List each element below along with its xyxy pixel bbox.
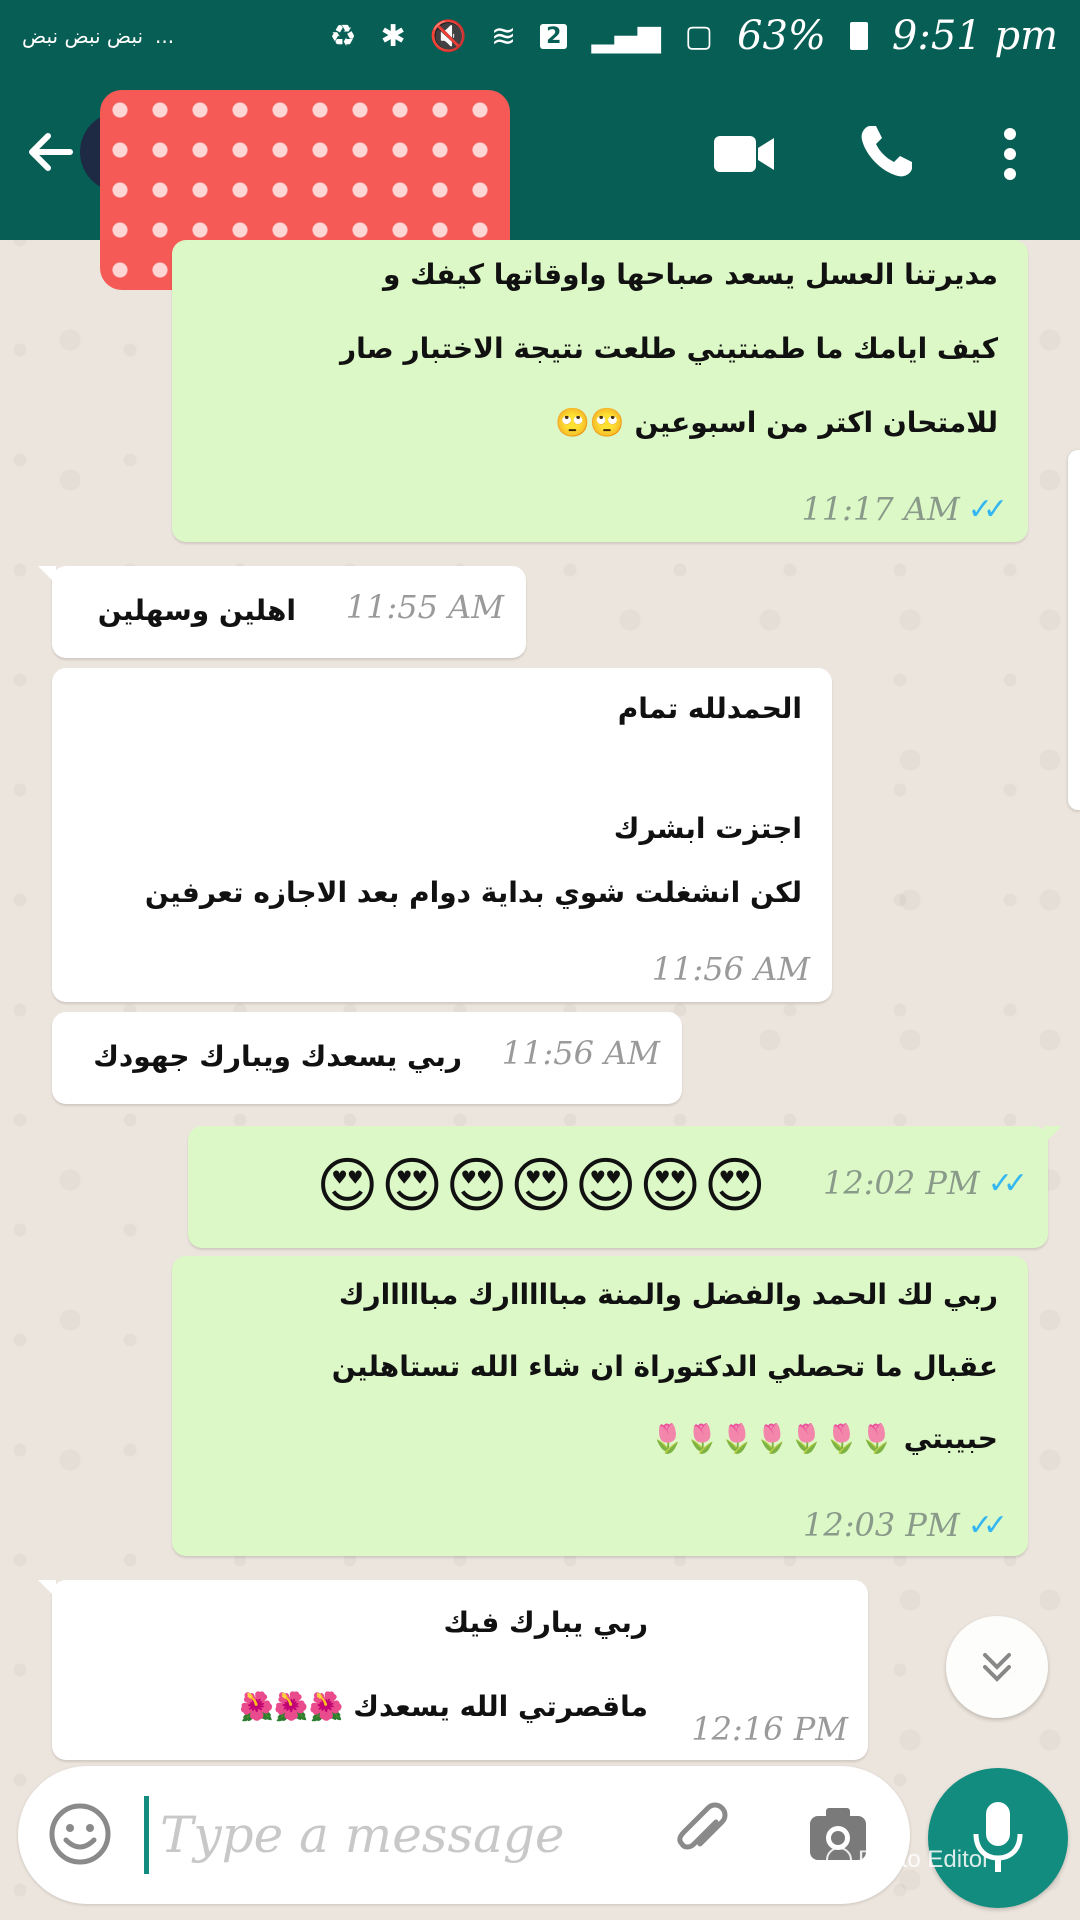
bubble-tail xyxy=(38,566,56,584)
message-input[interactable] xyxy=(160,1792,640,1878)
message-text: الحمدلله تمام xyxy=(617,692,802,725)
message-meta: 12:02 PM ✓✓ xyxy=(823,1164,1028,1202)
recycle-icon: ♻ xyxy=(329,18,357,54)
message-text: كيف ايامك ما طمنتيني طلعت نتيجة الاختبار… xyxy=(340,332,998,365)
wifi-icon: ≋ xyxy=(490,18,517,54)
video-call-icon[interactable] xyxy=(712,130,776,178)
message-text: عقبال ما تحصلي الدكتوراة ان شاء الله تست… xyxy=(331,1350,998,1383)
message-bubble-incoming[interactable]: اهلين وسهلين 11:55 AM xyxy=(38,566,526,658)
message-time: 12:16 PM xyxy=(691,1710,848,1748)
attach-icon[interactable] xyxy=(672,1802,736,1866)
message-text: حبيبتي 🌷🌷🌷🌷🌷🌷🌷 xyxy=(649,1422,998,1455)
emoji-row: 😍😍😍😍😍😍😍 xyxy=(316,1151,768,1221)
message-meta: 11:56 AM xyxy=(502,1034,660,1072)
message-meta: 11:55 AM xyxy=(346,588,504,626)
message-text: ماقصرتي الله يسعدك 🌺🌺🌺 xyxy=(238,1690,648,1723)
message-text: اجتزت ابشرك xyxy=(613,812,802,845)
double-chevron-down-icon xyxy=(983,1653,1011,1682)
emoji-icon[interactable] xyxy=(48,1802,112,1866)
message-time: 12:02 PM xyxy=(823,1164,980,1202)
status-right: ♻ ✱ 🔇 ≋ 2 ▂▄▆ ▢ 63% 9:51 pm xyxy=(330,13,1058,59)
status-left: نبض نبض نبض ... xyxy=(22,24,174,48)
message-bubble-incoming[interactable]: الحمدلله تمام اجتزت ابشرك لكن انشغلت شوي… xyxy=(52,668,832,1002)
photo-editor-watermark: Photo Editor xyxy=(826,1846,990,1874)
bubble-tail xyxy=(1044,1126,1062,1144)
read-ticks-icon: ✓✓ xyxy=(987,1165,1028,1201)
bluetooth-icon: ✱ xyxy=(380,18,406,54)
message-text: ربي يسعدك ويبارك جهودك xyxy=(93,1040,462,1073)
message-text: مديرتنا العسل يسعد صباحها واوقاتها كيفك … xyxy=(382,258,998,291)
mute-icon: 🔇 xyxy=(429,18,467,54)
message-bubble-outgoing[interactable]: 😍😍😍😍😍😍😍 12:02 PM ✓✓ xyxy=(188,1126,1062,1248)
message-meta: 12:03 PM ✓✓ xyxy=(803,1506,1008,1544)
message-meta: 11:17 AM ✓✓ xyxy=(801,490,1008,528)
read-ticks-icon: ✓✓ xyxy=(967,491,1008,527)
read-ticks-icon: ✓✓ xyxy=(967,1507,1008,1543)
message-time: 12:03 PM xyxy=(803,1506,960,1544)
message-meta: 11:56 AM xyxy=(652,950,810,988)
message-composer xyxy=(18,1766,910,1904)
message-bubble-outgoing[interactable]: ربي لك الحمد والفضل والمنة مبااااارك مبا… xyxy=(172,1256,1028,1556)
carrier-text: نبض نبض نبض xyxy=(22,24,144,48)
battery-icon xyxy=(849,22,868,50)
battery-percent: 63% xyxy=(737,13,826,59)
message-text: لكن انشغلت شوي بداية دوام بعد الاجازه تع… xyxy=(144,876,802,909)
scroll-to-bottom-button[interactable] xyxy=(946,1616,1048,1718)
message-text: اهلين وسهلين xyxy=(97,594,296,627)
watermark-text: Photo Editor xyxy=(858,1846,991,1873)
sim-badge: 2 xyxy=(540,23,568,49)
message-time: 11:55 AM xyxy=(345,588,504,626)
text-caret xyxy=(144,1796,149,1874)
message-time: 11:17 AM xyxy=(801,490,960,528)
phone-icon[interactable] xyxy=(856,122,916,182)
message-time: 11:56 AM xyxy=(651,950,810,988)
clock: 9:51 pm xyxy=(891,13,1058,59)
message-time: 11:56 AM xyxy=(501,1034,660,1072)
bubble-tail xyxy=(38,1580,56,1598)
signal-2-icon: ▢ xyxy=(684,18,714,54)
signal-icon: ▂▄▆ xyxy=(591,18,661,54)
message-text: ربي لك الحمد والفضل والمنة مبااااارك مبا… xyxy=(338,1278,998,1311)
watermark-logo-icon xyxy=(826,1847,852,1873)
message-bubble-outgoing[interactable]: مديرتنا العسل يسعد صباحها واوقاتها كيفك … xyxy=(172,240,1028,542)
back-arrow-icon[interactable] xyxy=(22,124,78,180)
mic-button[interactable] xyxy=(928,1768,1068,1908)
message-text: ربي يبارك فيك xyxy=(443,1606,648,1639)
side-edge-handle[interactable] xyxy=(1068,450,1080,810)
more-vert-icon[interactable] xyxy=(996,126,1024,182)
message-meta: 12:16 PM xyxy=(691,1710,848,1748)
notification-dots: ... xyxy=(155,24,175,48)
chat-header xyxy=(0,72,1080,290)
status-bar: نبض نبض نبض ... ♻ ✱ 🔇 ≋ 2 ▂▄▆ ▢ 63% 9:51… xyxy=(0,0,1080,72)
message-text: للامتحان اكتر من اسبوعين 🙄🙄 xyxy=(555,406,998,439)
message-bubble-incoming[interactable]: ربي يسعدك ويبارك جهودك 11:56 AM xyxy=(52,1012,682,1104)
message-bubble-incoming[interactable]: ربي يبارك فيك ماقصرتي الله يسعدك 🌺🌺🌺 12:… xyxy=(38,1580,868,1760)
